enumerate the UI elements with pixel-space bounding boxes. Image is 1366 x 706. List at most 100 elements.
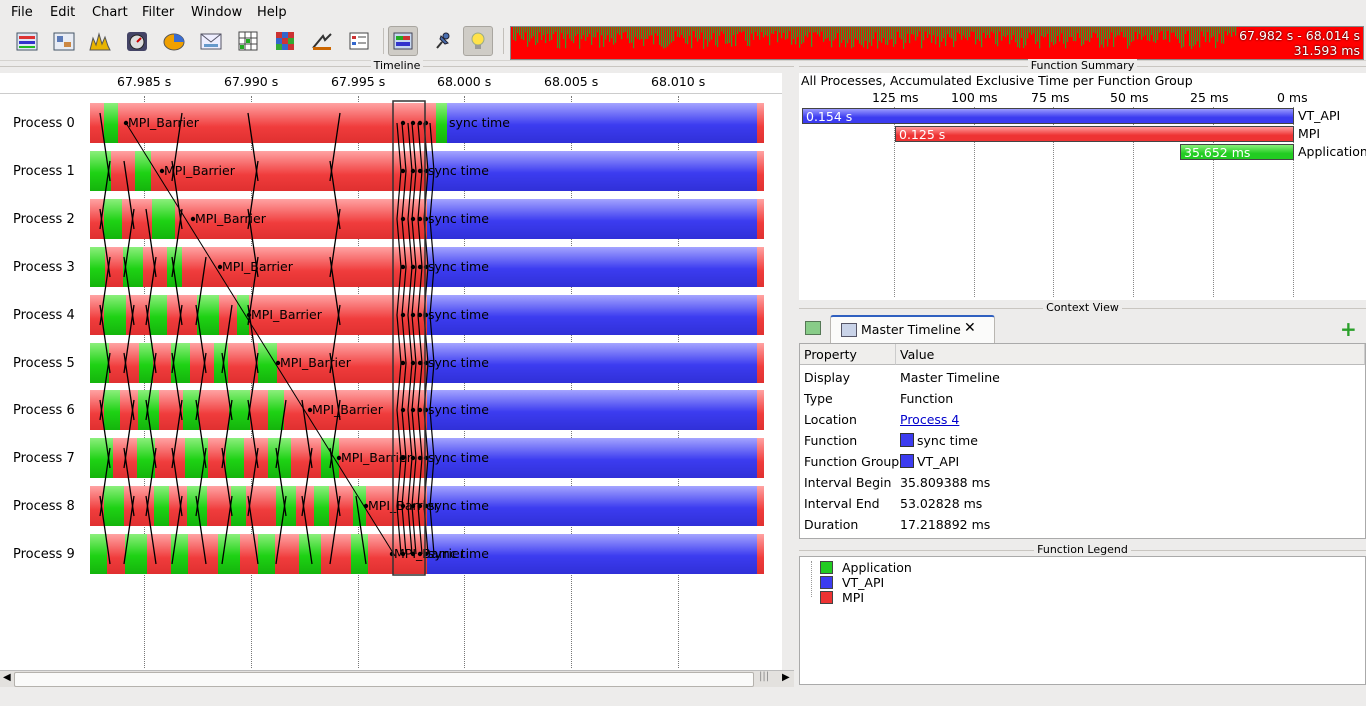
message-line[interactable] [396, 362, 402, 411]
message-line[interactable] [417, 314, 423, 364]
legend-label: Application [842, 560, 912, 575]
value-text: 17.218892 ms [900, 517, 991, 532]
message-line[interactable] [301, 495, 313, 565]
message-line[interactable] [396, 314, 402, 364]
message-line[interactable] [429, 505, 435, 555]
message-line[interactable] [396, 457, 402, 507]
message-line[interactable] [407, 314, 413, 364]
message-line[interactable] [429, 218, 435, 268]
function-group-name: MPI [1298, 126, 1321, 141]
timeline-horizontal-scrollbar[interactable]: ◀ ||| ▶ [0, 670, 794, 687]
message-line[interactable] [429, 409, 435, 459]
color-swatch [900, 433, 914, 447]
message-dot [417, 407, 423, 413]
message-line[interactable] [429, 314, 435, 364]
function-group-bar[interactable]: 0.154 s [802, 108, 1294, 124]
scrollbar-thumb[interactable] [14, 672, 754, 687]
message-line[interactable] [401, 218, 407, 268]
message-line[interactable] [396, 170, 402, 220]
message-line[interactable] [429, 457, 435, 507]
function-group-bar[interactable]: 35.652 ms [1180, 144, 1294, 160]
message-line[interactable] [407, 170, 413, 220]
scroll-right-arrow-icon[interactable]: ▶ [782, 672, 790, 683]
process-label[interactable]: Process 9 [13, 547, 75, 562]
message-line[interactable] [417, 409, 423, 459]
message-line[interactable] [396, 266, 402, 316]
message-line[interactable] [396, 218, 402, 268]
message-line[interactable] [417, 362, 423, 411]
message-line[interactable] [123, 495, 135, 565]
message-line[interactable] [401, 505, 407, 555]
message-line[interactable] [411, 409, 417, 459]
message-line[interactable] [247, 495, 259, 565]
fs-tick-label: 75 ms [1031, 90, 1070, 105]
message-line[interactable] [417, 266, 423, 316]
message-line[interactable] [417, 122, 423, 172]
function-summary-chart[interactable]: All Processes, Accumulated Exclusive Tim… [799, 73, 1366, 300]
function-group-bar[interactable]: 0.125 s [895, 126, 1294, 142]
message-line[interactable] [407, 362, 413, 411]
message-line[interactable] [417, 505, 423, 555]
message-line[interactable] [275, 495, 287, 565]
message-line[interactable] [171, 495, 183, 565]
process-label[interactable]: Process 6 [13, 403, 75, 418]
process-label[interactable]: Process 8 [13, 499, 75, 514]
color-swatch [900, 454, 914, 468]
message-line[interactable] [411, 457, 417, 507]
message-line[interactable] [429, 266, 435, 316]
message-line[interactable] [401, 170, 407, 220]
message-line[interactable] [429, 362, 435, 411]
process-label[interactable]: Process 5 [13, 356, 75, 371]
message-line[interactable] [401, 409, 407, 459]
message-line[interactable] [195, 495, 207, 565]
message-line[interactable] [417, 218, 423, 268]
message-line[interactable] [429, 170, 435, 220]
message-line[interactable] [411, 170, 417, 220]
message-line[interactable] [401, 314, 407, 364]
message-line[interactable] [396, 505, 402, 555]
message-line[interactable] [411, 218, 417, 268]
message-line[interactable] [407, 122, 413, 172]
message-line[interactable] [411, 505, 417, 555]
process-label[interactable]: Process 0 [13, 116, 75, 131]
message-line[interactable] [407, 409, 413, 459]
bar-value-label: 0.125 s [899, 127, 946, 142]
process-label[interactable]: Process 1 [13, 164, 75, 179]
process-label[interactable]: Process 4 [13, 308, 75, 323]
message-line[interactable] [401, 266, 407, 316]
message-line[interactable] [407, 266, 413, 316]
message-line[interactable] [407, 457, 413, 507]
message-line[interactable] [145, 495, 157, 565]
process-label[interactable]: Process 2 [13, 212, 75, 227]
process-label[interactable]: Process 3 [13, 260, 75, 275]
message-line[interactable] [411, 362, 417, 411]
message-line[interactable] [407, 218, 413, 268]
add-tab-icon[interactable]: + [1340, 317, 1357, 341]
message-line[interactable] [401, 457, 407, 507]
message-line[interactable] [396, 122, 402, 172]
message-line[interactable] [411, 266, 417, 316]
header-property[interactable]: Property [800, 344, 896, 365]
message-line[interactable] [125, 122, 396, 557]
message-line[interactable] [429, 122, 435, 172]
context-list-icon[interactable] [805, 321, 821, 335]
scroll-left-arrow-icon[interactable]: ◀ [3, 672, 11, 683]
message-line[interactable] [221, 495, 233, 565]
process-label[interactable]: Process 7 [13, 451, 75, 466]
message-line[interactable] [411, 122, 417, 172]
message-line[interactable] [99, 495, 111, 565]
message-line[interactable] [401, 122, 407, 172]
location-link[interactable]: Process 4 [900, 412, 959, 427]
message-line[interactable] [417, 170, 423, 220]
message-line[interactable] [407, 505, 413, 555]
header-value[interactable]: Value [896, 344, 1365, 365]
message-line[interactable] [401, 362, 407, 411]
close-tab-icon[interactable]: ✕ [964, 320, 976, 336]
message-line[interactable] [417, 457, 423, 507]
tab-master-timeline[interactable]: Master Timeline ✕ [830, 315, 995, 344]
message-line[interactable] [411, 314, 417, 364]
property-value[interactable]: Process 4 [900, 412, 959, 427]
message-line[interactable] [396, 409, 402, 459]
message-dot [400, 503, 406, 509]
message-line[interactable] [329, 495, 341, 565]
